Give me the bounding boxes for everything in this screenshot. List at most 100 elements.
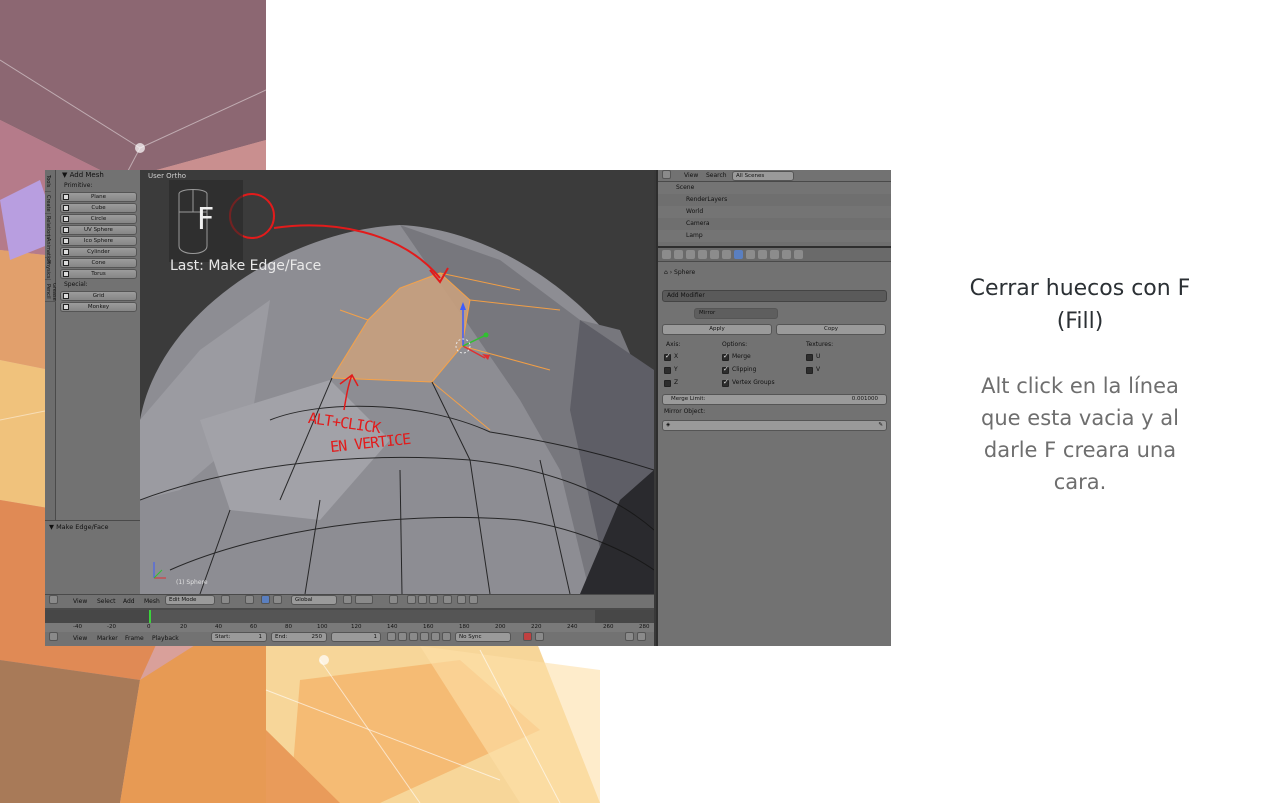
torus-button[interactable]: Torus <box>60 269 137 279</box>
start-frame-field[interactable]: Start: 1 <box>211 632 267 642</box>
plane-button[interactable]: Plane <box>60 192 137 202</box>
axis-x-checkbox[interactable] <box>664 352 671 361</box>
outliner-row-lamp[interactable]: Lamp <box>658 230 891 242</box>
keying-set-icon[interactable] <box>535 632 544 641</box>
texture-u-checkbox[interactable] <box>806 354 813 361</box>
end-frame-field[interactable]: End: 250 <box>271 632 327 642</box>
timeline[interactable]: -40 -20 0 20 40 60 80 100 120 140 160 18… <box>45 608 654 632</box>
object-icon: ◈ <box>666 422 671 428</box>
axis-z-checkbox[interactable] <box>664 380 671 387</box>
grid-button[interactable]: Grid <box>60 291 137 301</box>
orientation-select[interactable]: Global <box>291 595 337 605</box>
timeline-view-menu[interactable]: View <box>73 632 87 645</box>
vertex-select-icon[interactable] <box>407 595 416 604</box>
timeline-frame-menu[interactable]: Frame <box>125 632 144 645</box>
outliner-filter-select[interactable]: All Scenes <box>732 171 794 181</box>
edge-select-icon[interactable] <box>418 595 427 604</box>
axis-y-checkbox[interactable] <box>664 367 671 374</box>
render-tab-icon[interactable] <box>662 250 671 259</box>
timeline-editor-icon[interactable] <box>49 632 58 641</box>
manipulator-icon[interactable] <box>261 595 270 604</box>
translate-icon[interactable] <box>273 595 282 604</box>
mode-select[interactable]: Edit Mode <box>165 595 215 605</box>
slide-body-line: que esta vacia y al <box>981 406 1179 430</box>
view-menu[interactable]: View <box>73 595 87 608</box>
insert-keyframe-icon[interactable] <box>625 632 634 641</box>
scene-tab-icon[interactable] <box>686 250 695 259</box>
tab-create[interactable]: Create <box>45 192 51 214</box>
record-icon[interactable] <box>523 632 532 641</box>
play-icon[interactable] <box>420 632 429 641</box>
world-tab-icon[interactable] <box>698 250 707 259</box>
object-tab-icon[interactable] <box>710 250 719 259</box>
mirror-object-label: Mirror Object: <box>664 408 706 415</box>
texture-tab-icon[interactable] <box>770 250 779 259</box>
render-animation-icon[interactable] <box>469 595 478 604</box>
add-modifier-dropdown[interactable]: Add Modifier <box>662 290 887 302</box>
outliner-editor-icon[interactable] <box>662 170 671 179</box>
mirror-object-field[interactable]: ◈ ✎ <box>662 420 887 431</box>
sync-select[interactable]: No Sync <box>455 632 511 642</box>
cylinder-button[interactable]: Cylinder <box>60 247 137 257</box>
3d-viewport[interactable]: User Ortho F Last: Make Edge/Face ALT+CL… <box>140 170 654 594</box>
constraints-tab-icon[interactable] <box>722 250 731 259</box>
copy-button[interactable]: Copy <box>776 324 886 335</box>
redo-panel-title[interactable]: ▼ Make Edge/Face <box>45 521 140 533</box>
jump-start-icon[interactable] <box>387 632 396 641</box>
timeline-marker-menu[interactable]: Marker <box>97 632 118 645</box>
pivot-icon[interactable] <box>245 595 254 604</box>
tab-physics[interactable]: Physics <box>45 258 51 280</box>
ico-sphere-button[interactable]: Ico Sphere <box>60 236 137 246</box>
add-mesh-panel-title[interactable]: ▼ Add Mesh <box>56 170 140 181</box>
render-icon[interactable] <box>457 595 466 604</box>
proportional-edit-icon[interactable] <box>389 595 398 604</box>
apply-button[interactable]: Apply <box>662 324 772 335</box>
outliner-row-renderlayers[interactable]: RenderLayers <box>658 194 891 206</box>
clipping-checkbox[interactable] <box>722 365 729 374</box>
physics-tab-icon[interactable] <box>794 250 803 259</box>
next-keyframe-icon[interactable] <box>431 632 440 641</box>
data-tab-icon[interactable] <box>746 250 755 259</box>
particles-tab-icon[interactable] <box>782 250 791 259</box>
uv-sphere-button[interactable]: UV Sphere <box>60 225 137 235</box>
circle-button[interactable]: Circle <box>60 214 137 224</box>
merge-checkbox[interactable] <box>722 352 729 361</box>
tab-animation[interactable]: Animation <box>45 236 51 264</box>
outliner-view-menu[interactable]: View <box>684 170 698 181</box>
jump-end-icon[interactable] <box>442 632 451 641</box>
outliner-search-menu[interactable]: Search <box>706 170 727 181</box>
render-layers-tab-icon[interactable] <box>674 250 683 259</box>
layer-icon[interactable] <box>343 595 352 604</box>
layers-icon[interactable] <box>355 595 373 604</box>
snap-icon[interactable] <box>443 595 452 604</box>
modifier-name-field[interactable]: Mirror <box>694 308 778 319</box>
outliner-row-camera[interactable]: Camera <box>658 218 891 230</box>
tab-tools[interactable]: Tools <box>45 170 51 192</box>
cone-button[interactable]: Cone <box>60 258 137 268</box>
tab-relations[interactable]: Relations <box>45 214 51 239</box>
mesh-menu[interactable]: Mesh <box>144 595 160 608</box>
select-menu[interactable]: Select <box>97 595 116 608</box>
merge-limit-field[interactable]: Merge Limit: 0.001000 <box>662 394 887 405</box>
editor-type-icon[interactable] <box>49 595 58 604</box>
add-menu[interactable]: Add <box>123 595 135 608</box>
delete-keyframe-icon[interactable] <box>637 632 646 641</box>
texture-u-label: U <box>816 353 821 360</box>
current-frame-field[interactable]: 1 <box>331 632 381 642</box>
face-select-icon[interactable] <box>429 595 438 604</box>
outliner-row-world[interactable]: World <box>658 206 891 218</box>
play-reverse-icon[interactable] <box>409 632 418 641</box>
material-tab-icon[interactable] <box>758 250 767 259</box>
monkey-button[interactable]: Monkey <box>60 302 137 312</box>
timeline-playback-menu[interactable]: Playback <box>152 632 179 645</box>
current-frame-marker[interactable] <box>149 610 151 623</box>
shading-icon[interactable] <box>221 595 230 604</box>
monkey-icon <box>63 304 69 310</box>
prev-keyframe-icon[interactable] <box>398 632 407 641</box>
eyedropper-icon[interactable]: ✎ <box>878 421 883 429</box>
cube-button[interactable]: Cube <box>60 203 137 213</box>
texture-v-checkbox[interactable] <box>806 367 813 374</box>
modifiers-tab-icon[interactable] <box>734 250 743 259</box>
vertex-groups-checkbox[interactable] <box>722 378 729 387</box>
outliner-row-scene[interactable]: Scene <box>658 182 891 194</box>
